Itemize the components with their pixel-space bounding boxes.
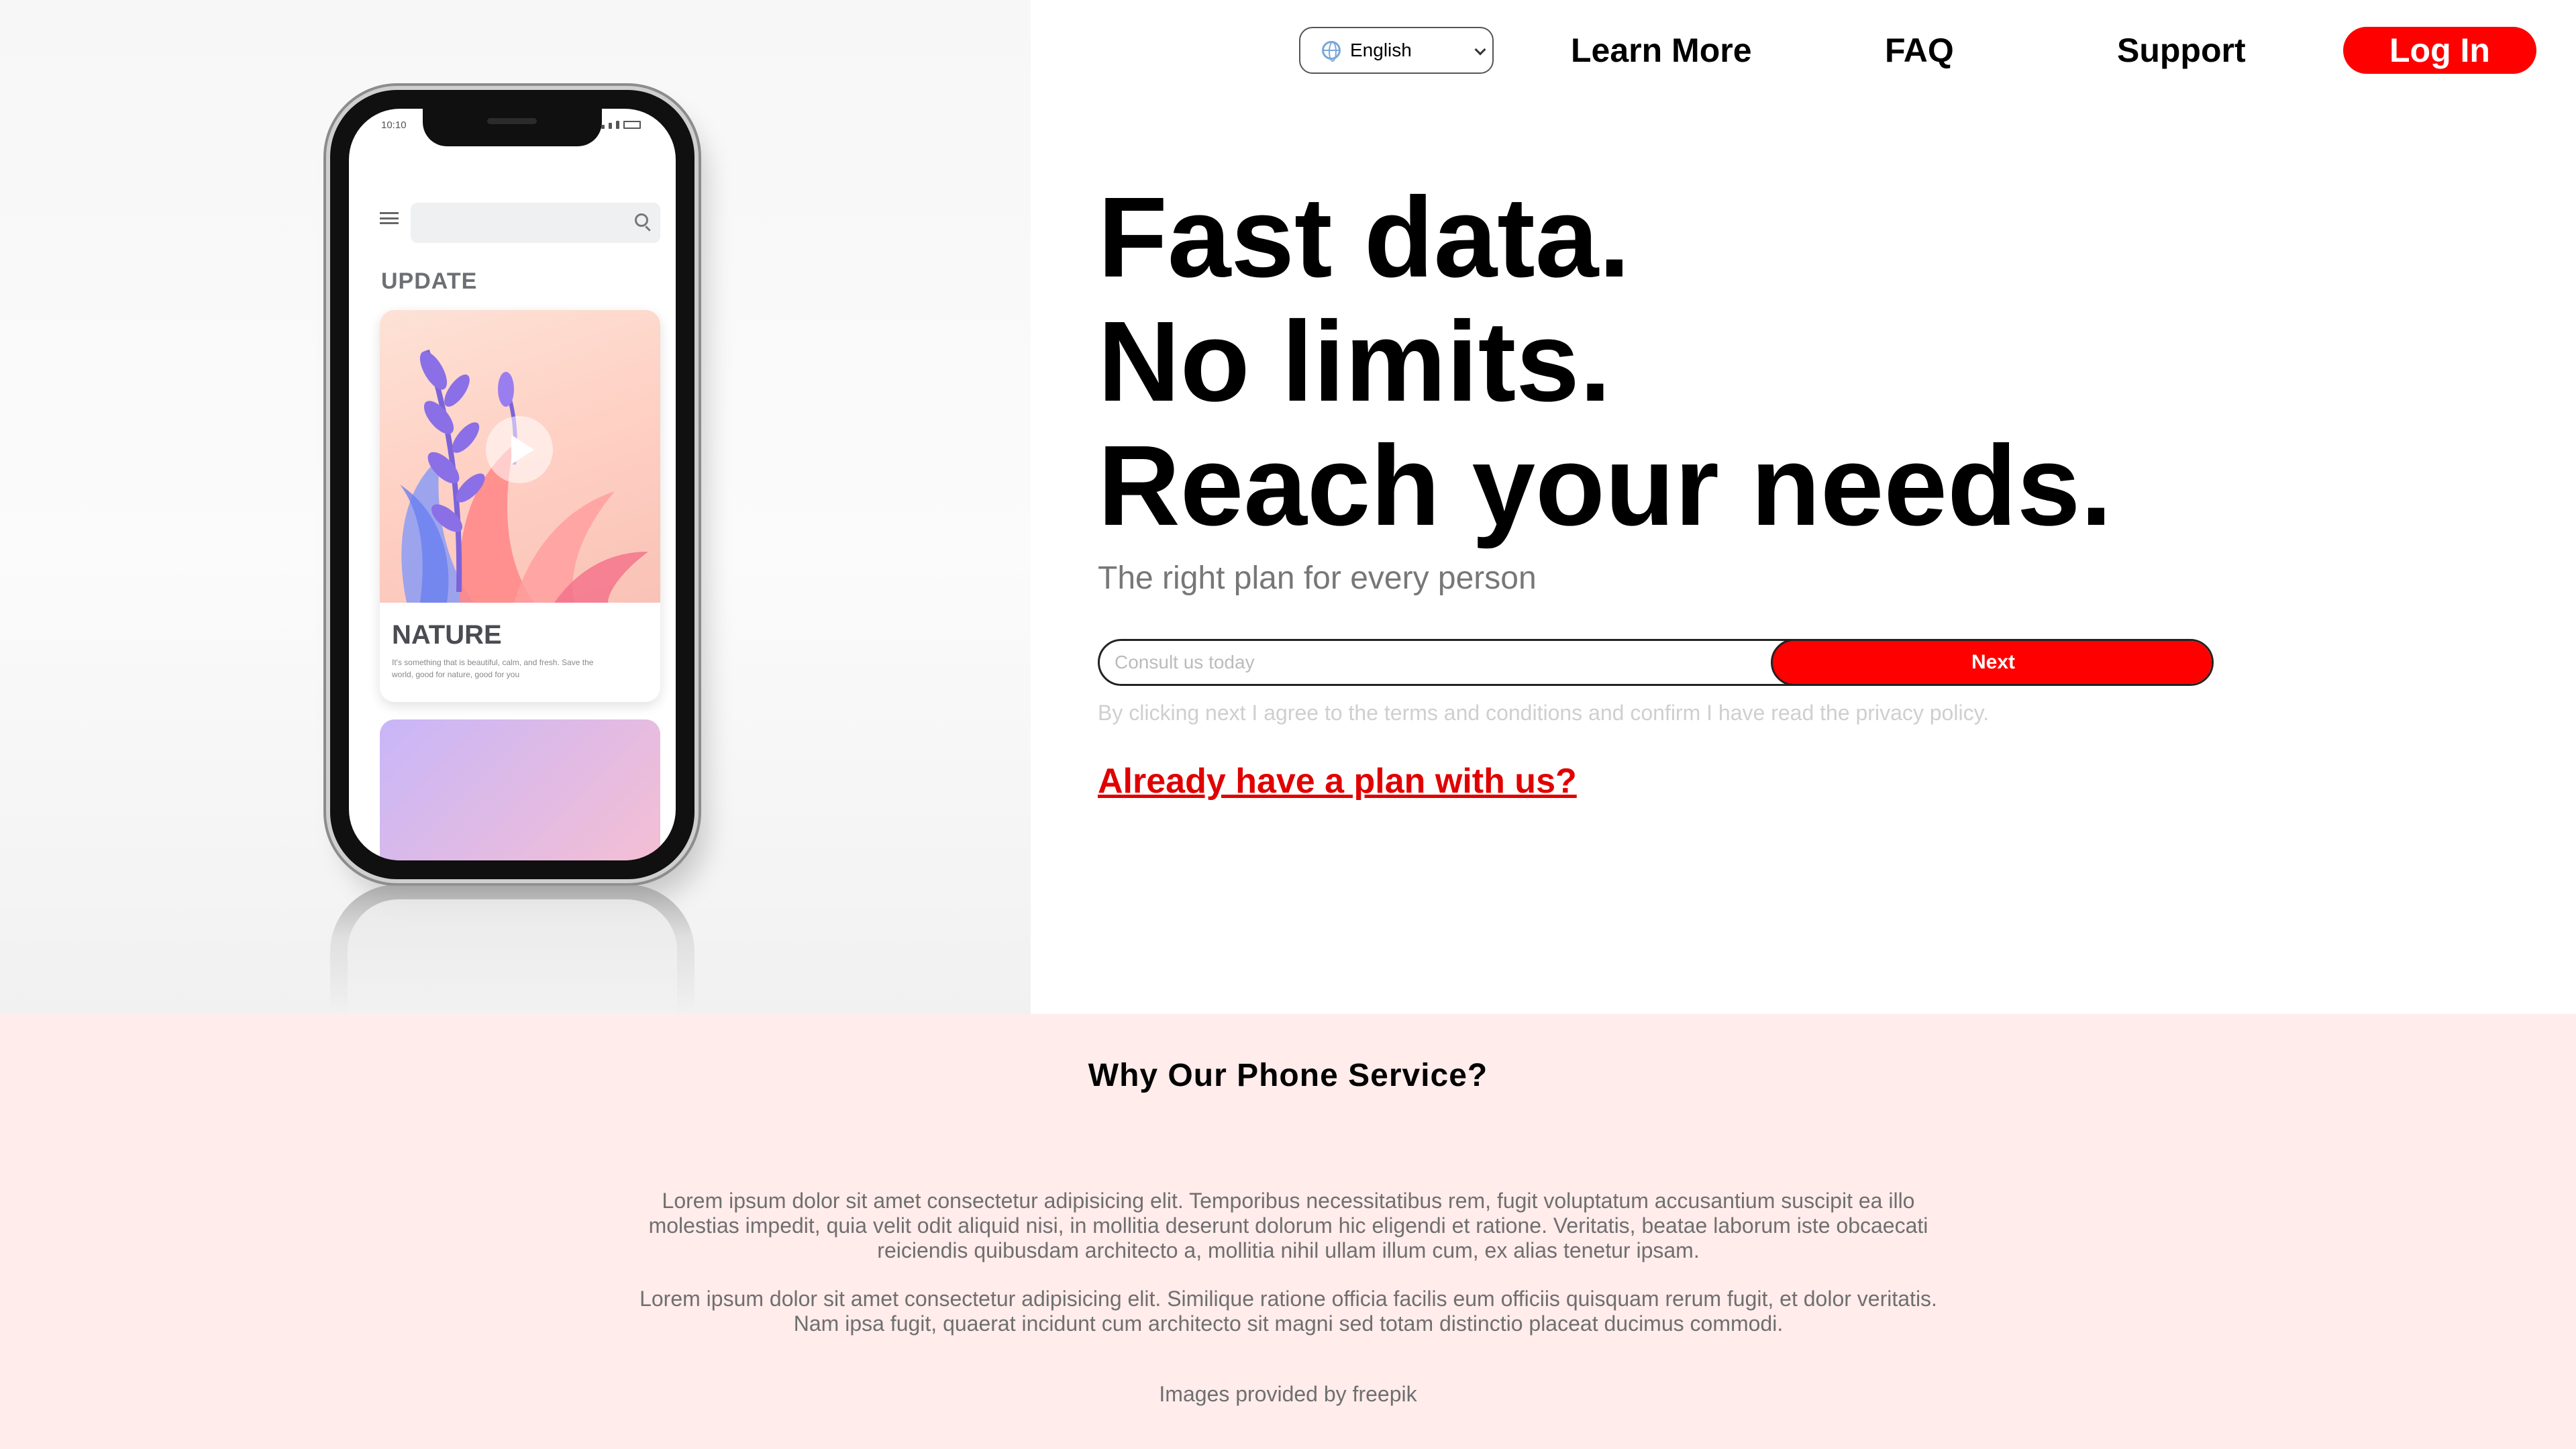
hero-section: 10:10 UPDATE NATURE It's something that … — [0, 0, 2576, 1014]
phone-card-title: NATURE — [392, 620, 502, 650]
nav-learn-more[interactable]: Learn More — [1571, 27, 1752, 74]
phone-time: 10:10 — [381, 119, 407, 131]
signup-form: Next — [1098, 639, 2214, 686]
headline-line-1: Fast data. — [1098, 174, 1631, 301]
phone-card-gradient — [380, 719, 660, 860]
leaf-illustration — [380, 310, 660, 603]
subheadline: The right plan for every person — [1098, 560, 1537, 596]
chevron-down-icon — [1474, 44, 1486, 56]
phone-screen: 10:10 UPDATE NATURE It's something that … — [349, 109, 676, 860]
nav-support[interactable]: Support — [2117, 27, 2246, 74]
existing-plan-link[interactable]: Already have a plan with us? — [1098, 761, 1577, 801]
why-paragraph-2: Lorem ipsum dolor sit amet consectetur a… — [639, 1287, 1937, 1336]
nav-faq[interactable]: FAQ — [1885, 27, 1954, 74]
why-title: Why Our Phone Service? — [1088, 1058, 1488, 1093]
phone-section-label: UPDATE — [381, 268, 478, 294]
headline-line-3: Reach your needs. — [1098, 422, 2112, 550]
signal-icon — [601, 121, 641, 129]
globe-icon — [1322, 41, 1341, 62]
image-credit: Images provided by freepik — [1159, 1382, 1417, 1406]
phone-card: NATURE It's something that is beautiful,… — [380, 310, 660, 702]
play-icon — [486, 416, 553, 483]
phone-card-text: It's something that is beautiful, calm, … — [392, 658, 594, 679]
language-value: English — [1350, 40, 1412, 60]
headline-line-2: No limits. — [1098, 298, 1612, 426]
next-button[interactable]: Next — [1771, 641, 2212, 684]
language-select[interactable]: English — [1299, 27, 1494, 74]
phone-mockup: 10:10 UPDATE NATURE It's something that … — [330, 90, 694, 879]
headline: Fast data. No limits. Reach your needs. — [1098, 176, 2112, 548]
why-paragraph-1: Lorem ipsum dolor sit amet consectetur a… — [648, 1189, 1928, 1262]
search-icon — [635, 213, 648, 227]
phone-notch — [423, 109, 602, 146]
phone-reflection — [330, 885, 694, 1014]
consult-input[interactable] — [1100, 641, 1784, 684]
hero-image: 10:10 UPDATE NATURE It's something that … — [0, 0, 1031, 1014]
phone-search-bar — [411, 203, 660, 243]
login-button[interactable]: Log In — [2343, 27, 2536, 74]
terms-text: By clicking next I agree to the terms an… — [1098, 701, 1990, 725]
why-section: Why Our Phone Service? Lorem ipsum dolor… — [0, 1014, 2576, 1449]
hamburger-icon — [380, 212, 399, 224]
